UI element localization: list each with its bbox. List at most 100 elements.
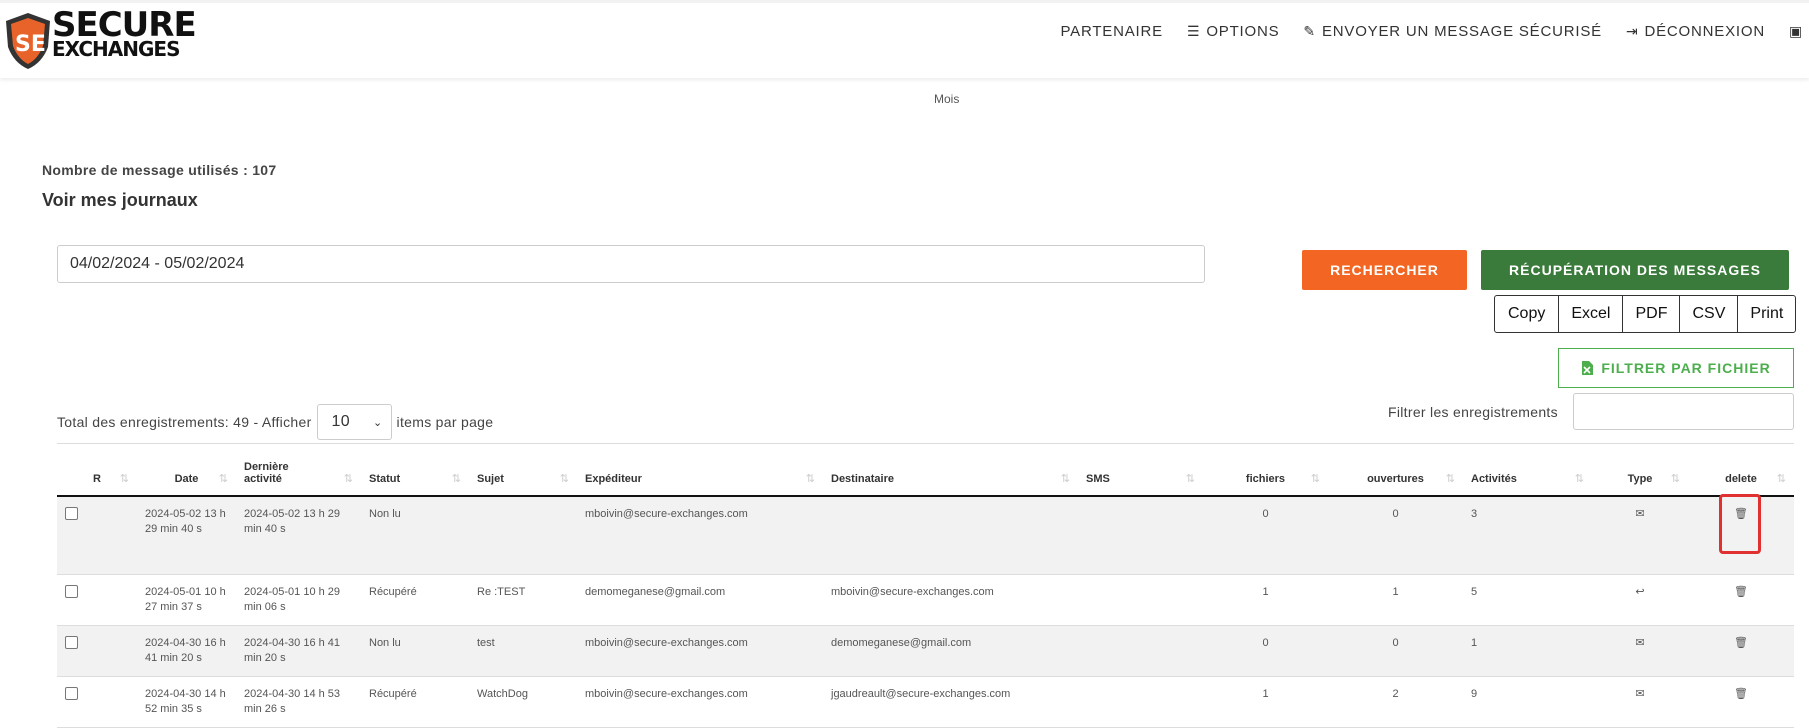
trash-icon[interactable]: 🗑 [1734,637,1748,649]
cell-date: 2024-04-30 16 h 41 min 20 s [137,625,236,677]
cell-expediteur: mboivin@secure-exchanges.com [577,676,823,728]
svg-text:SE: SE [15,32,46,57]
sort-icon: ⇅ [1445,473,1455,485]
cell-last-activity: 2024-04-30 14 h 53 min 26 s [236,676,361,728]
filter-label: Filtrer les enregistrements [1388,404,1558,420]
cell-statut: Récupéré [361,676,469,728]
col-header-activites[interactable]: Activités ⇅ [1463,444,1592,497]
col-header-delete[interactable]: delete ⇅ [1688,444,1794,497]
col-header-statut[interactable]: Statut ⇅ [361,444,469,497]
sort-icon: ⇅ [1670,473,1680,485]
copy-button[interactable]: Copy [1495,296,1558,332]
nav-profile[interactable]: ▣ [1789,23,1809,40]
cell-fichiers: 1 [1203,574,1328,626]
col-header-derniere-activite[interactable]: Dernière activité ⇅ [236,444,361,497]
items-per-page-select[interactable]: 10 ⌄ [316,404,392,440]
cell-type: ✉ [1592,625,1688,677]
row-checkbox[interactable] [65,635,78,649]
table-header-row: R ⇅ Date ⇅ Dernière activité ⇅ Statut ⇅ Suje… [57,444,1794,497]
sort-icon: ⇅ [218,473,228,485]
excel-button[interactable]: Excel [1558,296,1622,332]
cell-destinataire: demomeganese@gmail.com [823,625,1078,677]
col-header-destinataire[interactable]: Destinataire ⇅ [823,444,1078,497]
cell-activites: 1 [1463,625,1592,677]
nav-envoyer-message[interactable]: ✎ ENVOYER UN MESSAGE SÉCURISÉ [1303,23,1602,40]
cell-expediteur: mboivin@secure-exchanges.com [577,625,823,677]
cell-ouvertures: 1 [1328,574,1463,626]
trash-icon[interactable]: 🗑 [1734,688,1748,700]
cell-sujet: Re :TEST [469,574,577,626]
sort-icon: ⇅ [451,473,461,485]
row-checkbox[interactable] [65,507,78,520]
cell-activites: 9 [1463,676,1592,728]
cell-statut: Récupéré [361,574,469,626]
messages-table: R ⇅ Date ⇅ Dernière activité ⇅ Statut ⇅ Suje… [57,443,1794,728]
table-row[interactable]: 2024-04-30 14 h 52 min 35 s 2024-04-30 1… [57,676,1794,728]
cell-last-activity: 2024-05-02 13 h 29 min 40 s [236,496,361,575]
cell-sujet: test [469,625,577,677]
col-header-sujet[interactable]: Sujet ⇅ [469,444,577,497]
row-checkbox[interactable] [65,686,78,700]
logo-text: SECURE EXCHANGES [52,5,197,61]
row-checkbox[interactable] [65,584,78,598]
cell-delete: 🗑 [1688,625,1794,677]
nav-options[interactable]: ☰ OPTIONS [1187,23,1279,40]
id-card-icon: ▣ [1788,22,1803,39]
cell-last-activity: 2024-05-01 10 h 29 min 06 s [236,574,361,626]
print-button[interactable]: Print [1737,296,1795,332]
filter-records-input[interactable] [1573,393,1794,430]
cell-fichiers: 0 [1203,496,1328,575]
filtrer-par-fichier-label: FILTRER PAR FICHIER [1601,360,1771,376]
cell-sms [1078,676,1203,728]
cell-statut: Non lu [361,496,469,575]
table-row[interactable]: 2024-05-01 10 h 27 min 37 s 2024-05-01 1… [57,574,1794,626]
envelope-icon: ✉ [1635,508,1645,520]
cell-activites: 3 [1463,496,1592,575]
envelope-icon: ✉ [1635,687,1645,700]
shield-logo-icon: SE [6,13,50,69]
col-header-ouvertures[interactable]: ouvertures ⇅ [1328,444,1463,497]
cell-sms [1078,574,1203,626]
col-header-fichiers[interactable]: fichiers ⇅ [1203,444,1328,497]
sort-icon: ⇅ [1574,473,1584,485]
sort-icon: ⇅ [1776,473,1786,485]
items-text: items par page [396,414,494,430]
cell-activites: 5 [1463,574,1592,626]
nav-partenaire[interactable]: PARTENAIRE [1060,23,1162,40]
cell-last-activity: 2024-04-30 16 h 41 min 20 s [236,625,361,677]
pdf-button[interactable]: PDF [1622,296,1679,332]
sort-icon: ⇅ [805,473,815,485]
items-per-page-value: 10 [331,413,350,430]
logo[interactable]: SE SECURE EXCHANGES [2,8,197,71]
rechercher-button[interactable]: RECHERCHER [1302,250,1467,290]
col-header-expediteur[interactable]: Expéditeur ⇅ [577,444,823,497]
table-row[interactable]: 2024-04-30 16 h 41 min 20 s 2024-04-30 1… [57,625,1794,677]
recuperation-messages-button[interactable]: RÉCUPÉRATION DES MESSAGES [1481,250,1789,290]
edit-icon: ✎ [1303,22,1316,39]
cell-sujet [469,496,577,575]
cell-delete: 🗑 [1688,676,1794,728]
month-label: Mois [934,92,960,106]
cell-fichiers: 0 [1203,625,1328,677]
cell-destinataire: jgaudreault@secure-exchanges.com [823,676,1078,728]
pagination-info: Total des enregistrements: 49 - Afficher… [57,404,493,440]
col-header-date[interactable]: Date ⇅ [137,444,236,497]
envelope-icon: ✉ [1635,636,1645,649]
cell-statut: Non lu [361,625,469,677]
csv-button[interactable]: CSV [1679,296,1737,332]
cell-sms [1078,625,1203,677]
col-header-type[interactable]: Type ⇅ [1592,444,1688,497]
page-title: Voir mes journaux [42,190,198,210]
col-header-r[interactable]: R ⇅ [57,444,137,497]
sign-out-icon: ⇥ [1625,22,1639,39]
nav-deconnexion[interactable]: ⇥ DÉCONNEXION [1626,23,1765,40]
cell-destinataire: mboivin@secure-exchanges.com [823,574,1078,626]
date-range-input[interactable]: 04/02/2024 - 05/02/2024 [57,245,1205,283]
trash-icon[interactable]: 🗑 [1734,586,1748,598]
table-row[interactable]: 2024-05-02 13 h 29 min 40 s 2024-05-02 1… [57,496,1794,575]
cell-sms [1078,496,1203,575]
filtrer-par-fichier-button[interactable]: FILTRER PAR FICHIER [1558,348,1794,388]
col-header-sms[interactable]: SMS ⇅ [1078,444,1203,497]
navbar: SE SECURE EXCHANGES PARTENAIRE ☰ OPTIONS … [0,0,1809,78]
cell-type: ✉ [1592,676,1688,728]
